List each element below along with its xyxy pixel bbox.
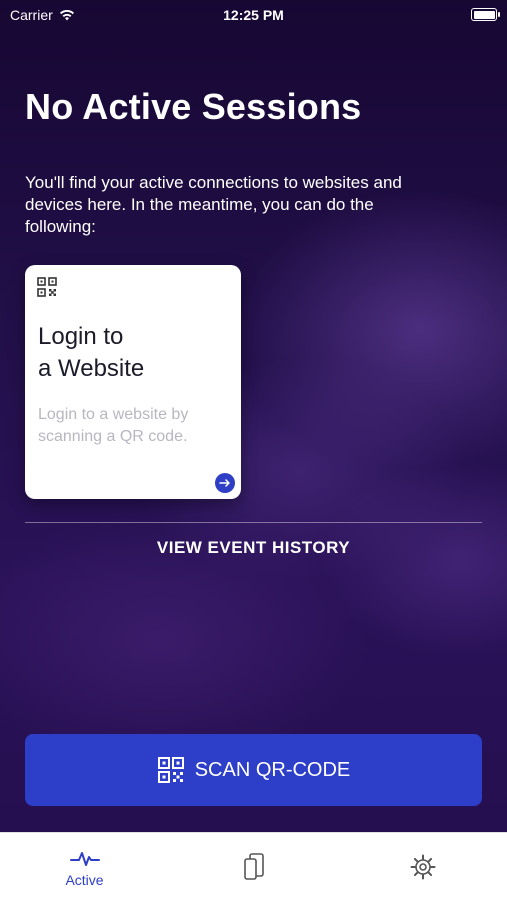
tab-active-label: Active (65, 872, 104, 888)
tab-bar: Active (0, 832, 507, 901)
page-description: You'll find your active connections to w… (25, 173, 402, 236)
card-title-line-1: Login to (38, 323, 124, 350)
qr-code-icon (37, 277, 57, 297)
gear-icon (410, 854, 435, 880)
login-website-card[interactable]: Login to a Website Login to a website by… (25, 265, 241, 499)
section-divider (25, 522, 482, 523)
scan-button-label: SCAN QR-CODE (194, 758, 351, 781)
card-subtitle: Login to a website by scanning a QR code… (38, 406, 189, 445)
page-title: No Active Sessions (25, 86, 362, 127)
qr-scan-icon (157, 757, 184, 783)
devices-icon (243, 853, 264, 880)
card-title-line-2: a Website (38, 355, 145, 382)
tab-settings[interactable] (338, 833, 507, 901)
tab-active[interactable]: Active (0, 833, 169, 901)
tab-devices[interactable] (169, 833, 338, 901)
card-title: Login to a Website (38, 321, 228, 385)
status-bar: Carrier 12:25 PM (0, 0, 507, 30)
battery-icon (471, 8, 500, 21)
status-time: 12:25 PM (223, 7, 284, 23)
view-event-history-link[interactable]: VIEW EVENT HISTORY (0, 538, 507, 558)
scan-qr-code-button[interactable]: SCAN QR-CODE (25, 734, 482, 806)
pulse-icon (69, 852, 100, 866)
arrow-right-circle-icon[interactable] (215, 473, 235, 493)
